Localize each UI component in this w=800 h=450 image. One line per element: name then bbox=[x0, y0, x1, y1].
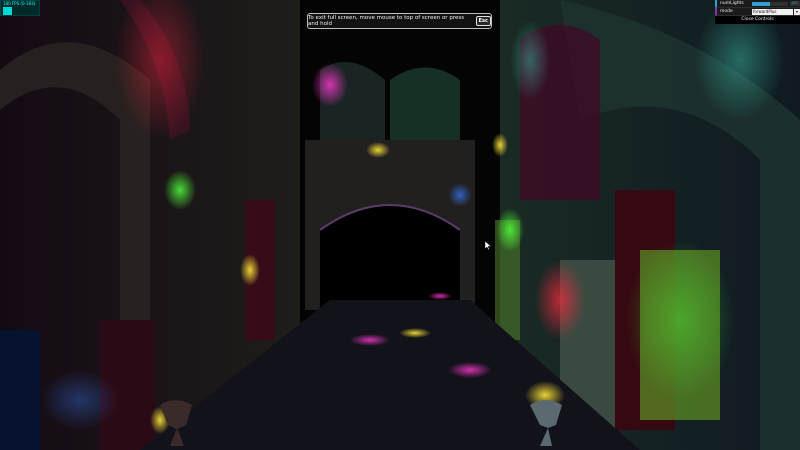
num-lights-label: numLights bbox=[720, 1, 744, 6]
fps-stats-label: 180 FPS (0-183) bbox=[3, 1, 36, 6]
mode-label: mode bbox=[720, 9, 733, 14]
num-lights-slider[interactable] bbox=[752, 2, 788, 6]
mouse-cursor-icon bbox=[485, 241, 491, 250]
num-lights-value-field[interactable]: 100 bbox=[790, 1, 800, 6]
fullscreen-exit-notice: To exit full screen, move mouse to top o… bbox=[307, 13, 492, 29]
mode-row: mode forwardPlus ▾ bbox=[715, 8, 800, 16]
mode-select[interactable]: forwardPlus bbox=[752, 9, 793, 15]
num-lights-slider-fill bbox=[752, 2, 770, 6]
fullscreen-notice-text: To exit full screen, move mouse to top o… bbox=[308, 15, 465, 27]
controls-panel: numLights 100 mode forwardPlus ▾ Close C… bbox=[715, 0, 800, 24]
fps-stats-panel[interactable]: 180 FPS (0-183) bbox=[0, 0, 40, 16]
close-controls-button[interactable]: Close Controls bbox=[715, 16, 800, 24]
fps-graph bbox=[3, 7, 12, 15]
rendered-scene bbox=[0, 0, 800, 450]
esc-key-badge: Esc bbox=[475, 16, 491, 26]
chevron-down-icon[interactable]: ▾ bbox=[794, 9, 800, 15]
num-lights-row: numLights 100 bbox=[715, 0, 800, 8]
